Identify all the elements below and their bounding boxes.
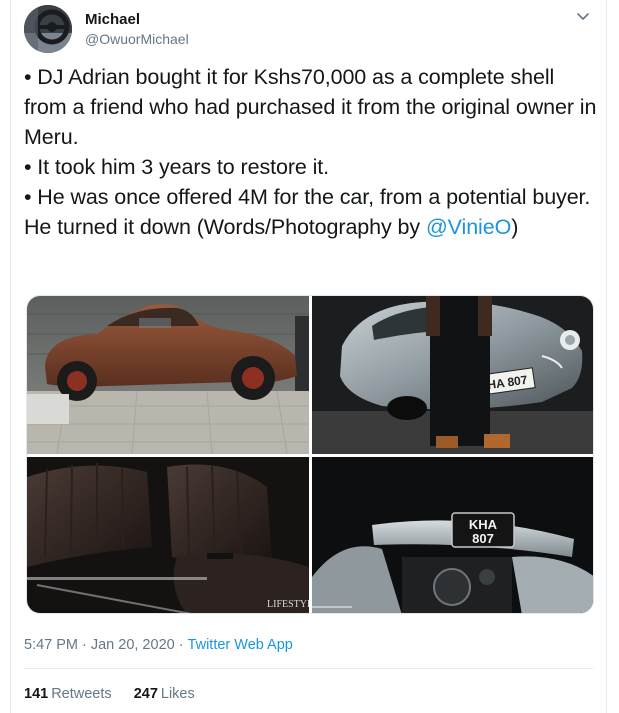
chevron-down-icon[interactable] [574, 7, 592, 25]
tweet-date[interactable]: Jan 20, 2020 [91, 637, 175, 653]
media-grid: KHA 807 LIFESTY KHA 807 [26, 295, 594, 614]
plate-line-1: KHA [469, 517, 498, 532]
tweet-time[interactable]: 5:47 PM [24, 637, 78, 653]
photo-engine-bay[interactable]: KHA 807 [312, 457, 593, 613]
tweet-text: • DJ Adrian bought it for Kshs70,000 as … [24, 62, 600, 242]
tweet-stats: 141 Retweets 247 Likes [24, 684, 213, 704]
tweet-line-3: • He was once offered 4M for the car, fr… [24, 182, 600, 242]
watermark-text: LIFESTYLE [267, 599, 309, 610]
steering-wheel-icon [24, 5, 72, 53]
tweet-line-2: • It took him 3 years to restore it. [24, 155, 330, 179]
user-handle[interactable]: @OwuorMichael [85, 30, 189, 48]
likes-label: Likes [160, 686, 195, 702]
photo-interior-seats[interactable]: LIFESTYLE [27, 457, 309, 613]
mention-link[interactable]: @VinieO [426, 215, 511, 239]
tweet-line-1: • DJ Adrian bought it for Kshs70,000 as … [24, 65, 597, 149]
meta-separator-2: · [178, 637, 184, 653]
photo-rusty-shell[interactable] [27, 296, 309, 454]
retweets-label: Retweets [51, 686, 112, 702]
likes-stat[interactable]: 247 Likes [134, 686, 195, 702]
photo-restored-car[interactable]: KHA 807 [312, 296, 593, 454]
likes-count: 247 [133, 686, 158, 702]
source-link[interactable]: Twitter Web App [188, 637, 293, 653]
avatar[interactable] [24, 5, 72, 53]
tweet-header: Michael @OwuorMichael [24, 5, 596, 55]
display-name[interactable]: Michael [85, 10, 189, 29]
tweet-meta: 5:47 PM · Jan 20, 2020 · Twitter Web App [24, 635, 293, 655]
retweets-count: 141 [24, 686, 49, 702]
retweets-stat[interactable]: 141 Retweets [24, 686, 112, 702]
tweet-line-3-end: ) [511, 215, 519, 239]
divider [24, 668, 593, 669]
plate-line-2: 807 [472, 531, 494, 546]
meta-separator: · [82, 637, 87, 653]
user-names: Michael @OwuorMichael [85, 10, 189, 48]
tweet-card: Michael @OwuorMichael • DJ Adrian bought… [10, 0, 607, 713]
